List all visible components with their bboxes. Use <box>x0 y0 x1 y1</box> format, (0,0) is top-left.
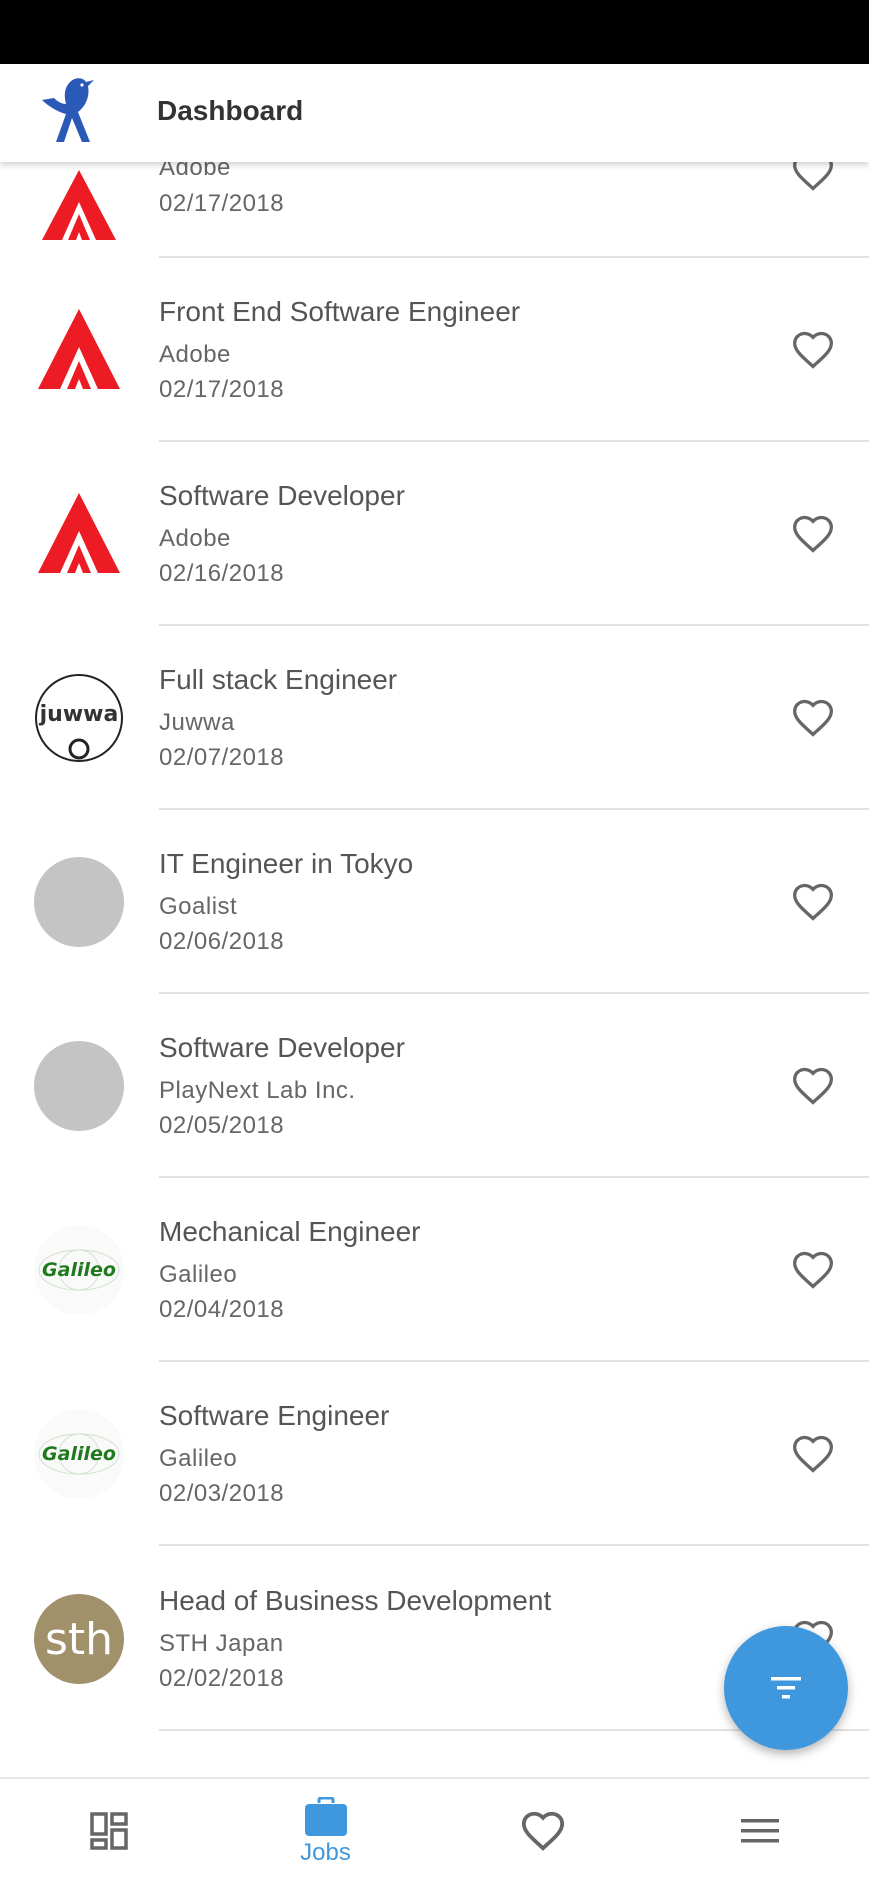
nav-dashboard[interactable] <box>0 1779 217 1883</box>
job-company: Galileo <box>159 1261 238 1288</box>
job-date: 02/03/2018 <box>159 1480 285 1507</box>
job-title: Software Engineer <box>159 1400 390 1431</box>
favorite-heart-icon[interactable] <box>791 696 835 740</box>
job-title: Software Developer <box>159 1032 405 1063</box>
adobe-logo <box>38 493 120 573</box>
job-date: 02/02/2018 <box>159 1665 285 1692</box>
favorite-heart-icon[interactable] <box>791 1248 835 1292</box>
nav-label: Jobs <box>300 1839 351 1866</box>
divider <box>159 1544 869 1546</box>
favorite-heart-icon[interactable] <box>791 1432 835 1476</box>
placeholder-logo <box>34 857 124 947</box>
bird-logo <box>42 78 94 142</box>
placeholder-logo <box>34 1041 124 1131</box>
filter-button[interactable] <box>724 1626 848 1750</box>
job-company: PlayNext Lab Inc. <box>159 1077 356 1104</box>
job-company: Adobe <box>159 341 231 368</box>
job-title: Software Developer <box>159 480 405 511</box>
menu-icon <box>740 1819 779 1843</box>
job-date: 02/05/2018 <box>159 1112 285 1139</box>
job-company: STH Japan <box>159 1630 284 1657</box>
list-item[interactable]: Software Developer PlayNext Lab Inc. 02/… <box>0 994 869 1178</box>
list-item[interactable]: Software Developer Adobe 02/16/2018 <box>0 442 869 626</box>
job-date: 02/04/2018 <box>159 1296 285 1323</box>
job-date: 02/17/2018 <box>159 190 285 217</box>
list-item[interactable]: juwwa Full stack Engineer Juwwa 02/07/20… <box>0 626 869 810</box>
nav-menu[interactable] <box>651 1779 868 1883</box>
job-date: 02/16/2018 <box>159 560 285 587</box>
page-title: Dashboard <box>157 95 304 126</box>
list-item[interactable]: IT Engineer in Tokyo Goalist 02/06/2018 <box>0 810 869 994</box>
galileo-logo: Galileo <box>34 1409 124 1499</box>
job-company: Goalist <box>159 893 238 920</box>
svg-text:Galileo: Galileo <box>42 1259 116 1281</box>
svg-text:Galileo: Galileo <box>42 1443 116 1465</box>
job-date: 02/07/2018 <box>159 744 285 771</box>
heart-icon <box>521 1811 564 1851</box>
adobe-logo <box>38 309 120 389</box>
list-item[interactable]: Galileo Mechanical Engineer Galileo 02/0… <box>0 1178 869 1362</box>
job-company: Juwwa <box>159 709 235 736</box>
dashboard-icon <box>89 1812 128 1850</box>
list-item[interactable]: Front End Software Engineer Adobe 02/17/… <box>0 258 869 442</box>
job-title: Head of Business Development <box>159 1585 552 1616</box>
list-item[interactable]: Galileo Software Engineer Galileo 02/03/… <box>0 1362 869 1546</box>
job-list[interactable]: Adobe 02/17/2018 Front End Software Engi… <box>0 0 869 1883</box>
svg-text:juwwa: juwwa <box>39 702 119 727</box>
favorite-heart-icon[interactable] <box>791 512 835 556</box>
svg-text:sth: sth <box>45 1614 113 1665</box>
job-date: 02/17/2018 <box>159 376 285 403</box>
job-title: Front End Software Engineer <box>159 296 521 327</box>
favorite-heart-icon[interactable] <box>791 880 835 924</box>
job-company: Adobe <box>159 525 231 552</box>
favorite-heart-icon[interactable] <box>791 328 835 372</box>
job-date: 02/06/2018 <box>159 928 285 955</box>
job-title: IT Engineer in Tokyo <box>159 848 414 879</box>
job-title: Mechanical Engineer <box>159 1216 421 1247</box>
nav-favorites[interactable] <box>434 1779 651 1883</box>
filter-icon <box>771 1677 801 1699</box>
favorite-heart-icon[interactable] <box>791 1064 835 1108</box>
galileo-logo: Galileo <box>34 1225 124 1315</box>
adobe-logo <box>34 162 124 252</box>
job-title: Full stack Engineer <box>159 664 398 695</box>
app-bar: Dashboard <box>0 64 869 162</box>
nav-jobs[interactable]: Jobs <box>217 1779 434 1883</box>
briefcase-icon <box>304 1797 347 1836</box>
sth-logo: sth <box>34 1594 124 1684</box>
juwwa-logo: juwwa <box>35 674 123 762</box>
bottom-nav: Jobs <box>0 1777 869 1883</box>
job-company: Galileo <box>159 1445 238 1472</box>
